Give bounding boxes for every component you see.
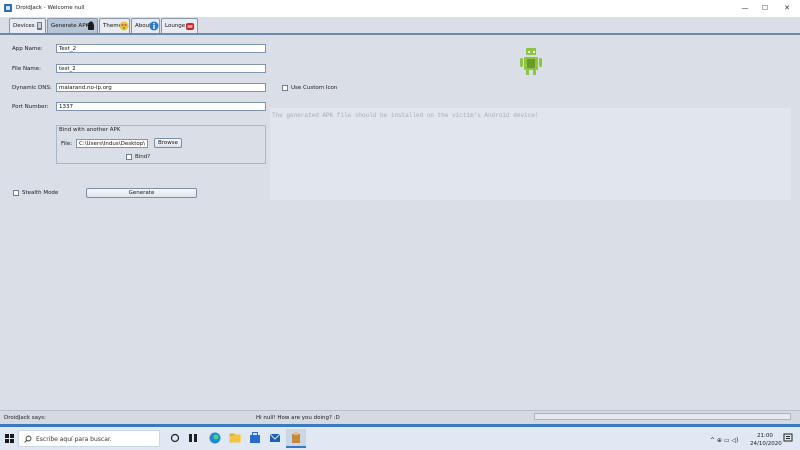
taskbar-search-box[interactable]: Escribe aquí para buscar. (18, 430, 160, 447)
file-name-label: File Name: (12, 66, 42, 72)
title-bar: DroidJack - Welcome null — ☐ ✕ (0, 0, 800, 18)
android-robot-icon (520, 48, 542, 75)
windows-start-icon[interactable] (5, 434, 14, 443)
stealth-mode-label: Stealth Mode (22, 190, 59, 196)
palette-icon (119, 21, 129, 31)
droidjack-app-icon (292, 432, 300, 443)
notification-icon[interactable] (783, 433, 793, 443)
clock-date[interactable]: 24/10/2020 (750, 441, 782, 447)
cortana-icon[interactable] (168, 431, 182, 445)
tab-devices[interactable]: Devices (9, 18, 46, 33)
close-button[interactable]: ✕ (776, 0, 798, 17)
store-icon[interactable] (248, 431, 262, 445)
app-name-input[interactable] (56, 44, 266, 53)
generate-button[interactable]: Generate (86, 188, 197, 198)
search-placeholder: Escribe aquí para buscar. (36, 436, 112, 443)
edge-icon[interactable] (208, 431, 222, 445)
use-custom-icon-checkbox[interactable] (282, 85, 288, 91)
status-message: Hi null! How are you doing? :D (256, 415, 340, 421)
file-explorer-icon[interactable] (228, 431, 242, 445)
dynamic-dns-label: Dynamic DNS: (12, 85, 52, 91)
bind-file-label: File: (61, 141, 73, 147)
dynamic-dns-input[interactable] (56, 83, 266, 92)
sofa-icon (186, 23, 194, 30)
progress-bar (534, 413, 791, 420)
port-number-label: Port Number: (12, 104, 49, 110)
tab-about[interactable]: About (131, 18, 160, 33)
bind-checkbox[interactable] (126, 154, 132, 160)
search-icon (24, 435, 32, 443)
droidjack-taskbar-button[interactable] (286, 429, 306, 448)
task-view-icon[interactable] (186, 431, 200, 445)
tab-label: Devices (13, 23, 35, 29)
maximize-button[interactable]: ☐ (754, 0, 776, 17)
console-text: The generated APK file should be install… (272, 112, 539, 119)
port-number-input[interactable] (56, 102, 266, 111)
system-tray-icons[interactable]: ^ ⊕ ▭ ◁) (710, 437, 738, 444)
minimize-button[interactable]: — (734, 0, 756, 17)
app-name-label: App Name: (12, 46, 43, 52)
tab-label: Lounge (165, 23, 186, 29)
app-icon (4, 4, 12, 12)
use-custom-icon-label: Use Custom Icon (291, 85, 338, 91)
status-label: DroidJack says: (4, 415, 46, 421)
tab-divider (0, 33, 800, 35)
bind-label: Bind? (135, 154, 151, 160)
tab-lounge[interactable]: Lounge (161, 18, 198, 33)
info-icon (149, 21, 159, 31)
browse-button[interactable]: Browse (154, 138, 182, 148)
android-icon (88, 21, 94, 30)
stealth-mode-checkbox[interactable] (13, 190, 19, 196)
bind-file-input[interactable] (76, 139, 148, 148)
clock-time[interactable]: 21:00 (755, 433, 775, 439)
devices-icon (37, 22, 42, 30)
output-console[interactable]: The generated APK file should be install… (270, 108, 791, 200)
window-title: DroidJack - Welcome null (16, 5, 85, 11)
mail-icon[interactable] (268, 431, 282, 445)
tab-theme[interactable]: Theme (99, 18, 130, 33)
tab-label: Generate APK (51, 23, 90, 29)
tab-generate-apk[interactable]: Generate APK (47, 18, 98, 33)
file-name-input[interactable] (56, 64, 266, 73)
bind-panel-title: Bind with another APK (59, 127, 121, 133)
